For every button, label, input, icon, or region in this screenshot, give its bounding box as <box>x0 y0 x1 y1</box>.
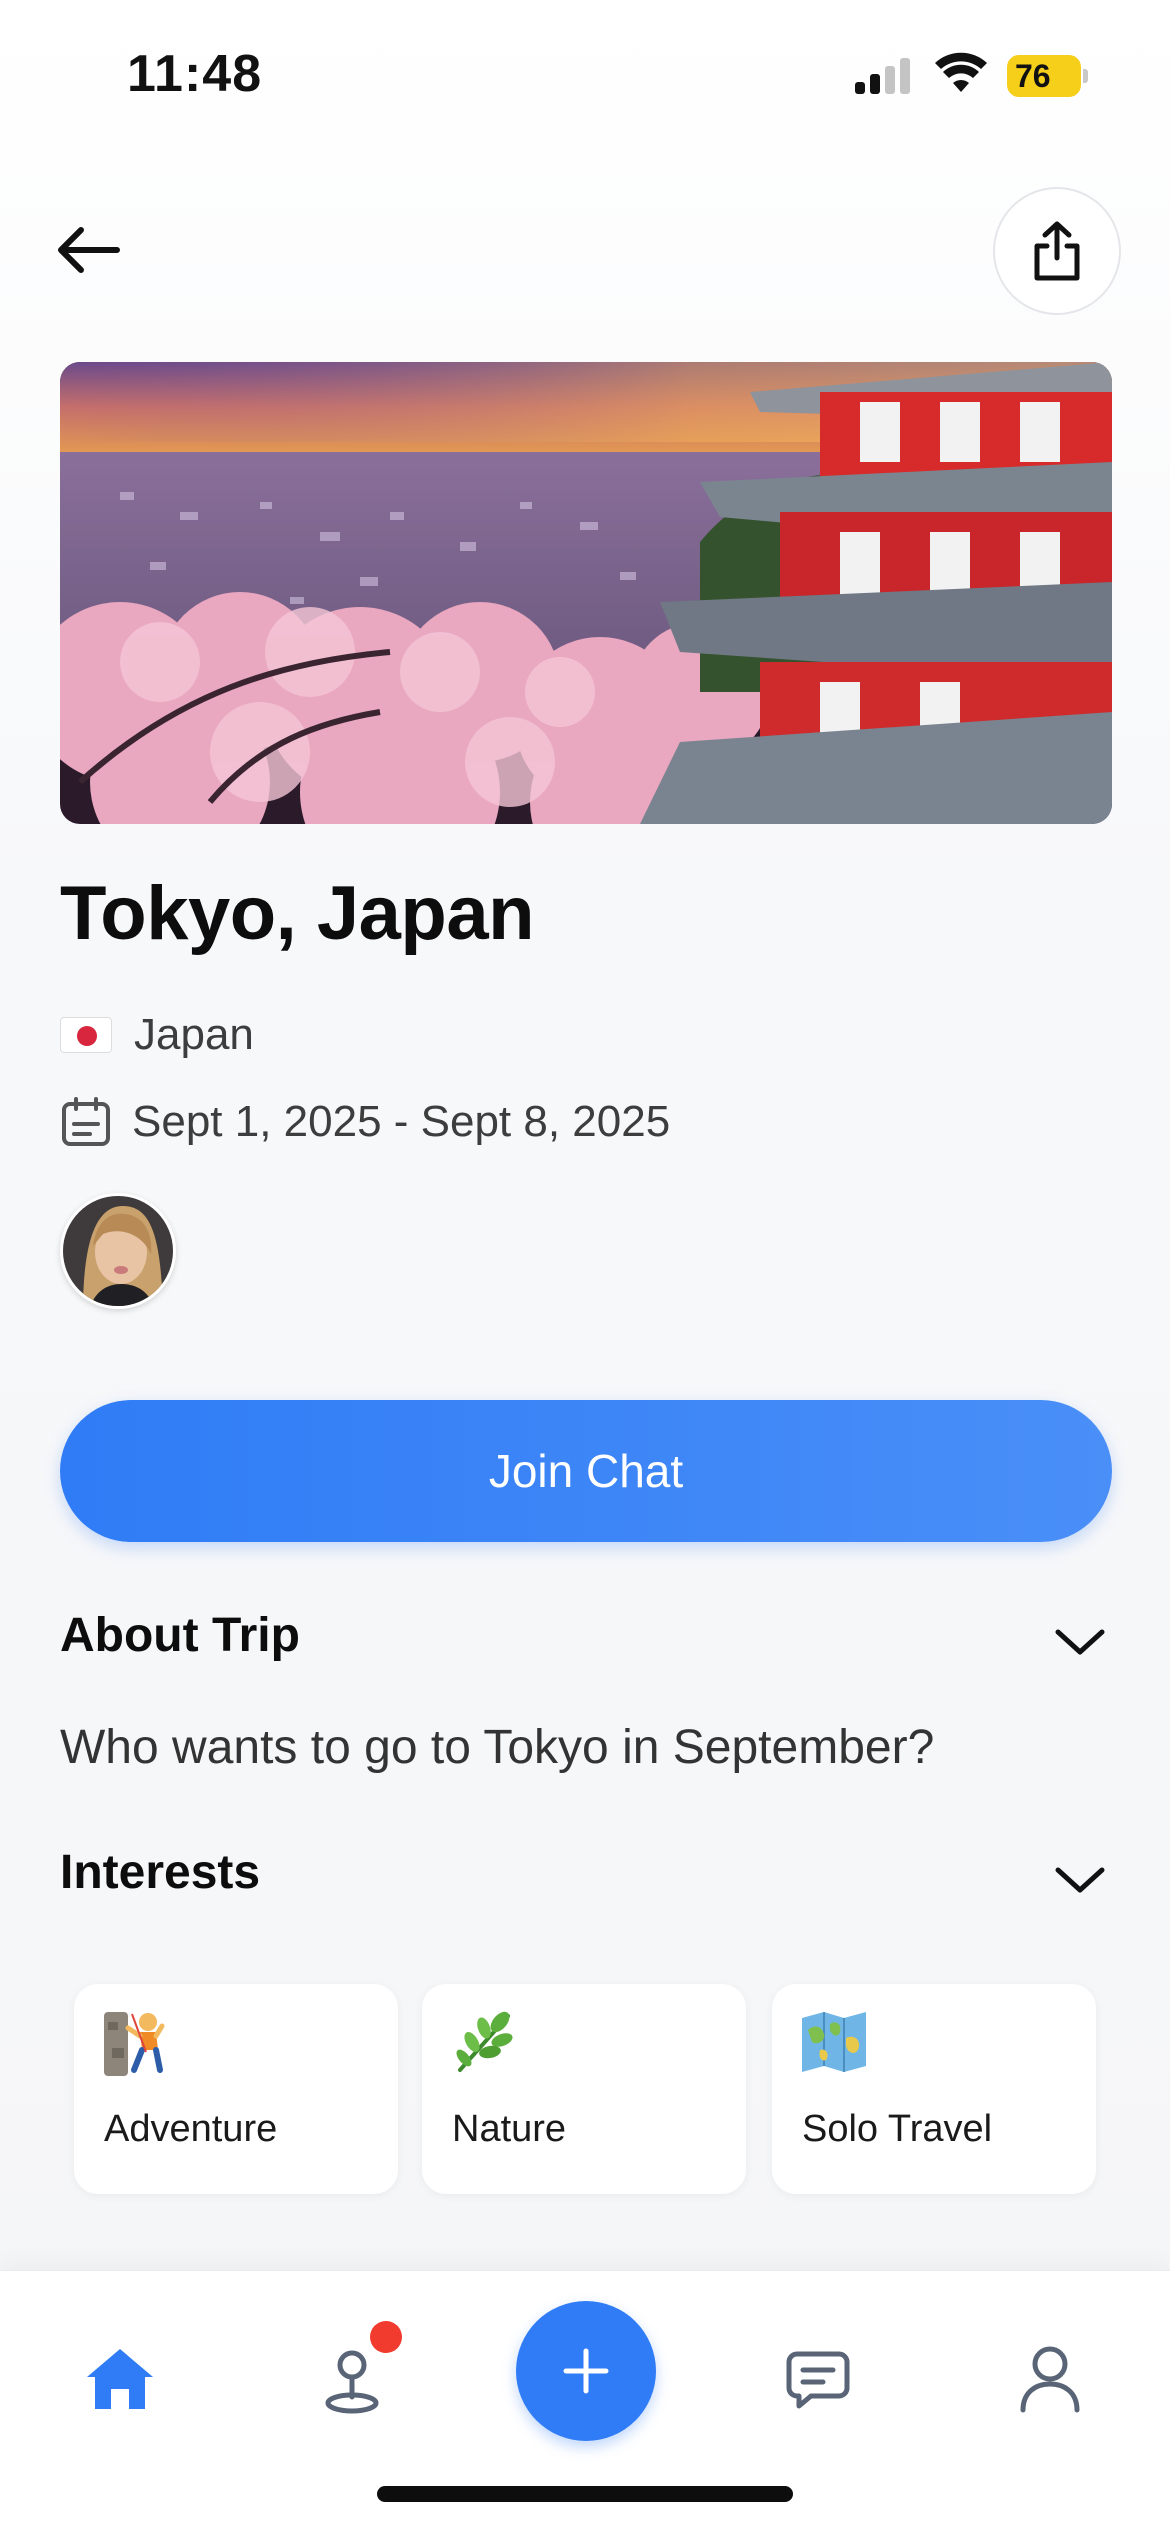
tab-home[interactable] <box>72 2331 168 2427</box>
tab-chat[interactable] <box>770 2331 866 2427</box>
map-icon <box>802 2012 866 2072</box>
about-trip-heading: About Trip <box>60 1609 300 1662</box>
cellular-signal-icon <box>855 58 915 94</box>
share-button[interactable] <box>993 187 1121 315</box>
country-row: Japan <box>60 1005 254 1065</box>
avatar[interactable] <box>60 1193 176 1309</box>
wifi-icon <box>935 52 987 92</box>
join-chat-button[interactable]: Join Chat <box>60 1400 1112 1542</box>
interest-label: Nature <box>452 2108 567 2150</box>
climber-icon <box>104 2012 165 2076</box>
trip-dates: Sept 1, 2025 - Sept 8, 2025 <box>132 1097 671 1146</box>
home-indicator <box>377 2486 793 2502</box>
interest-card-solo-travel[interactable]: Solo Travel <box>772 1984 1096 2194</box>
notification-dot <box>370 2321 402 2353</box>
profile-icon <box>1020 2346 1080 2413</box>
about-trip-text: Who wants to go to Tokyo in September? <box>60 1721 935 1774</box>
share-icon <box>1034 221 1080 281</box>
interest-card-adventure[interactable]: Adventure <box>74 1984 398 2194</box>
interests-toggle[interactable] <box>1050 1850 1110 1910</box>
chevron-down-icon <box>1055 1867 1105 1893</box>
about-trip-toggle[interactable] <box>1050 1612 1110 1672</box>
trip-cover-image <box>60 362 1112 824</box>
trip-detail-screen: 11:48 76 Tokyo, Japan Japan Sept 1, 2025… <box>0 0 1170 2532</box>
tab-profile[interactable] <box>1002 2331 1098 2427</box>
plus-icon <box>563 2348 609 2394</box>
location-pin-icon <box>325 2350 379 2414</box>
back-button[interactable] <box>48 210 128 290</box>
herb-icon <box>456 2011 513 2072</box>
trip-title: Tokyo, Japan <box>60 871 535 956</box>
interest-label: Solo Travel <box>802 2108 993 2150</box>
status-bar: 11:48 76 <box>0 0 1170 150</box>
status-time: 11:48 <box>127 45 263 103</box>
country-label: Japan <box>134 1010 254 1059</box>
arrow-left-icon <box>58 227 120 273</box>
calendar-icon <box>62 1097 110 1146</box>
battery-level: 76 <box>1015 58 1051 94</box>
interest-label: Adventure <box>104 2108 278 2150</box>
battery-icon: 76 <box>1007 55 1088 97</box>
date-row: Sept 1, 2025 - Sept 8, 2025 <box>60 1092 670 1152</box>
home-icon <box>87 2349 153 2409</box>
chevron-down-icon <box>1055 1629 1105 1655</box>
chat-icon <box>786 2351 850 2409</box>
interests-heading: Interests <box>60 1846 261 1899</box>
interest-card-nature[interactable]: Nature <box>422 1984 746 2194</box>
japan-flag-icon <box>60 1017 112 1053</box>
create-trip-button[interactable] <box>516 2301 656 2441</box>
